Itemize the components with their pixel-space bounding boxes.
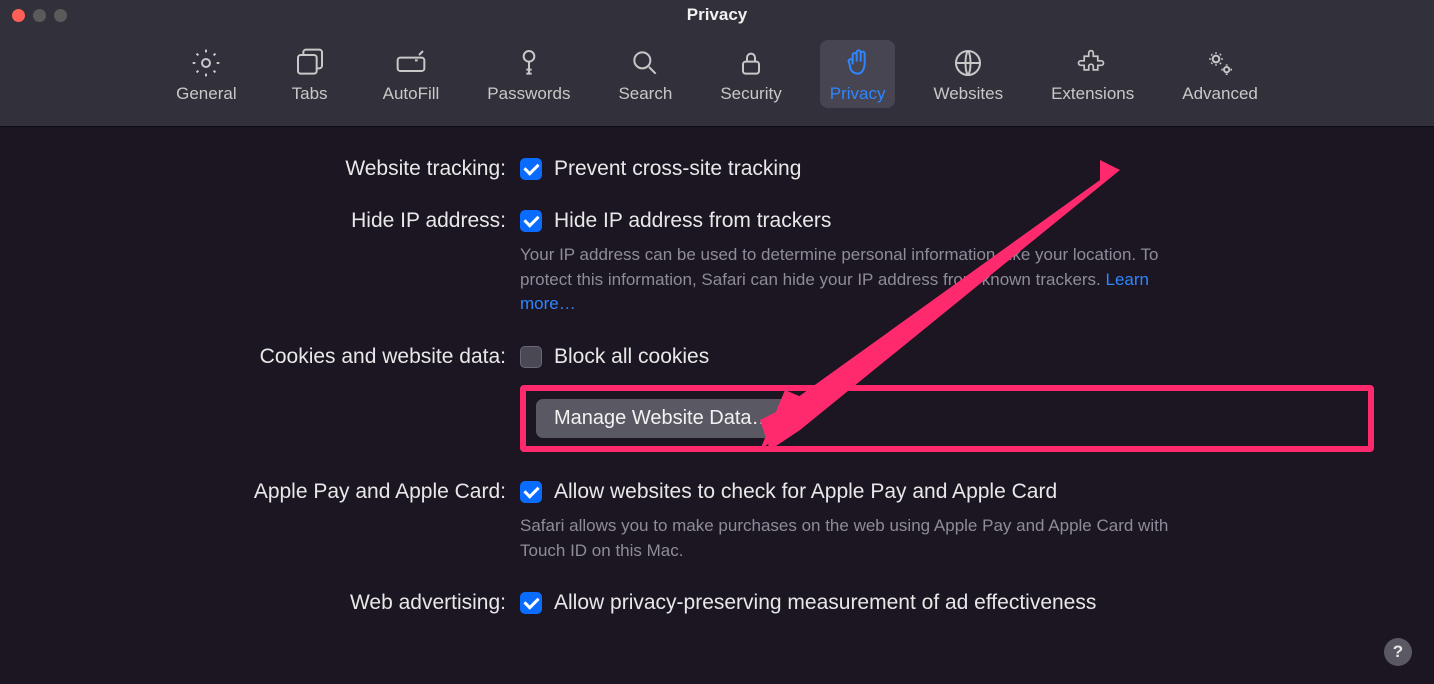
checkbox-block-cookies[interactable] xyxy=(520,346,542,368)
autofill-icon xyxy=(394,46,428,80)
tab-passwords[interactable]: Passwords xyxy=(477,40,580,108)
tab-autofill[interactable]: AutoFill xyxy=(373,40,450,108)
help-button[interactable]: ? xyxy=(1384,638,1412,666)
puzzle-icon xyxy=(1076,46,1110,80)
checkbox-prevent-cross-site[interactable] xyxy=(520,158,542,180)
tab-label: General xyxy=(176,84,236,104)
desc-apple-pay: Safari allows you to make purchases on t… xyxy=(520,514,1170,563)
preferences-toolbar: General Tabs AutoFill Passwords Search xyxy=(0,30,1434,127)
tab-advanced[interactable]: Advanced xyxy=(1172,40,1268,108)
gears-icon xyxy=(1203,46,1237,80)
label-cookies: Cookies and website data: xyxy=(60,345,520,369)
checkbox-web-advertising[interactable] xyxy=(520,592,542,614)
privacy-settings-panel: Website tracking: Prevent cross-site tra… xyxy=(0,127,1434,615)
checkbox-hide-ip[interactable] xyxy=(520,210,542,232)
label-apple-pay: Apple Pay and Apple Card: xyxy=(60,480,520,504)
gear-icon xyxy=(189,46,223,80)
row-apple-pay: Apple Pay and Apple Card: Allow websites… xyxy=(60,480,1374,563)
desc-hide-ip: Your IP address can be used to determine… xyxy=(520,243,1170,317)
option-apple-pay: Allow websites to check for Apple Pay an… xyxy=(554,480,1057,504)
row-hide-ip: Hide IP address: Hide IP address from tr… xyxy=(60,209,1374,317)
tab-label: Advanced xyxy=(1182,84,1258,104)
tab-websites[interactable]: Websites xyxy=(923,40,1013,108)
option-hide-ip: Hide IP address from trackers xyxy=(554,209,831,233)
titlebar: Privacy xyxy=(0,0,1434,30)
label-web-advertising: Web advertising: xyxy=(60,591,520,615)
tab-label: Tabs xyxy=(292,84,328,104)
lock-icon xyxy=(734,46,768,80)
option-prevent-cross-site: Prevent cross-site tracking xyxy=(554,157,801,181)
tab-search[interactable]: Search xyxy=(608,40,682,108)
tab-security[interactable]: Security xyxy=(710,40,791,108)
window-title: Privacy xyxy=(0,5,1434,25)
tab-privacy[interactable]: Privacy xyxy=(820,40,896,108)
tab-label: AutoFill xyxy=(383,84,440,104)
globe-icon xyxy=(951,46,985,80)
tab-label: Passwords xyxy=(487,84,570,104)
tab-extensions[interactable]: Extensions xyxy=(1041,40,1144,108)
tab-label: Search xyxy=(618,84,672,104)
option-web-advertising: Allow privacy-preserving measurement of … xyxy=(554,591,1096,615)
row-website-tracking: Website tracking: Prevent cross-site tra… xyxy=(60,157,1374,181)
search-icon xyxy=(628,46,662,80)
hand-icon xyxy=(841,46,875,80)
key-icon xyxy=(512,46,546,80)
manage-website-data-button[interactable]: Manage Website Data… xyxy=(536,399,790,438)
tabs-icon xyxy=(293,46,327,80)
tab-general[interactable]: General xyxy=(166,40,246,108)
row-cookies: Cookies and website data: Block all cook… xyxy=(60,345,1374,452)
option-block-cookies: Block all cookies xyxy=(554,345,709,369)
label-website-tracking: Website tracking: xyxy=(60,157,520,181)
tab-label: Websites xyxy=(933,84,1003,104)
annotation-highlight: Manage Website Data… xyxy=(520,385,1374,452)
tab-tabs[interactable]: Tabs xyxy=(275,40,345,108)
tab-label: Security xyxy=(720,84,781,104)
tab-label: Privacy xyxy=(830,84,886,104)
tab-label: Extensions xyxy=(1051,84,1134,104)
row-web-advertising: Web advertising: Allow privacy-preservin… xyxy=(60,591,1374,615)
label-hide-ip: Hide IP address: xyxy=(60,209,520,233)
checkbox-apple-pay[interactable] xyxy=(520,481,542,503)
